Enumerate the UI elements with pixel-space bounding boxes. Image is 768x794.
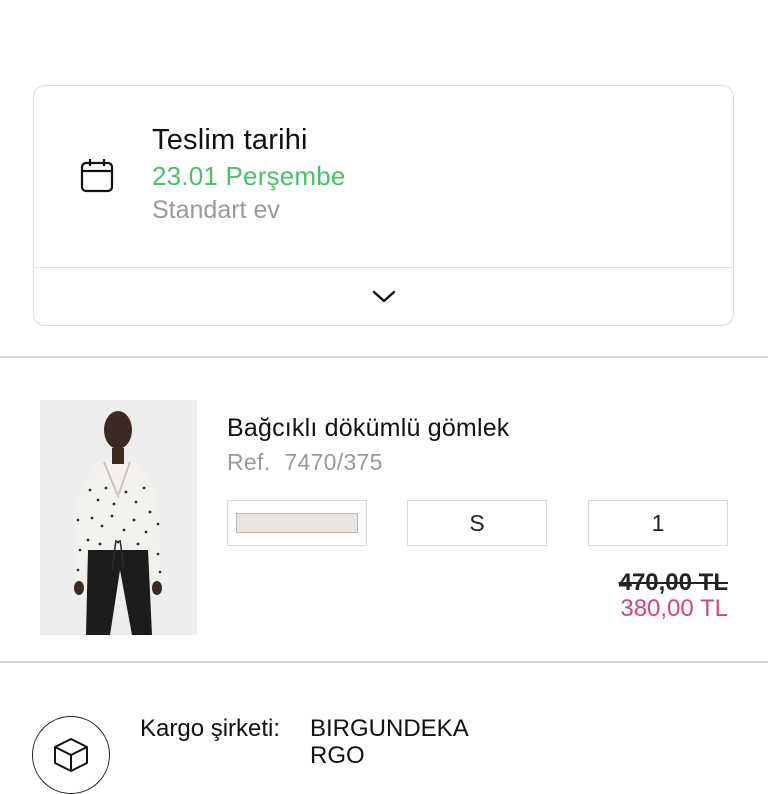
expand-delivery-button[interactable] (34, 268, 733, 326)
chevron-down-icon (372, 290, 395, 303)
delivery-method: Standart ev (152, 196, 280, 224)
delivery-title: Teslim tarihi (152, 124, 308, 156)
calendar-icon (80, 159, 114, 193)
section-divider (0, 661, 768, 663)
color-selector[interactable] (227, 500, 367, 546)
package-icon-circle (32, 716, 110, 794)
quantity-selector[interactable]: 1 (588, 500, 728, 546)
product-image[interactable] (40, 400, 197, 635)
original-price: 470,00 TL (618, 569, 728, 596)
delivery-card: Teslim tarihi 23.01 Perşembe Standart ev (33, 85, 734, 326)
product-ref: Ref. 7470/375 (227, 449, 383, 476)
cargo-label: Kargo şirketi: (140, 715, 281, 742)
size-selector[interactable]: S (407, 500, 547, 546)
product-name[interactable]: Bağcıklı dökümlü gömlek (227, 414, 510, 443)
color-swatch (236, 513, 358, 533)
product-photo (40, 400, 197, 635)
package-icon (54, 738, 88, 772)
delivery-date: 23.01 Perşembe (152, 161, 346, 191)
ref-number: 7470/375 (284, 449, 383, 475)
cargo-company: BIRGUNDEKARGO (310, 715, 469, 769)
section-divider (0, 356, 768, 358)
ref-label: Ref. (227, 449, 271, 475)
sale-price: 380,00 TL (620, 595, 728, 622)
